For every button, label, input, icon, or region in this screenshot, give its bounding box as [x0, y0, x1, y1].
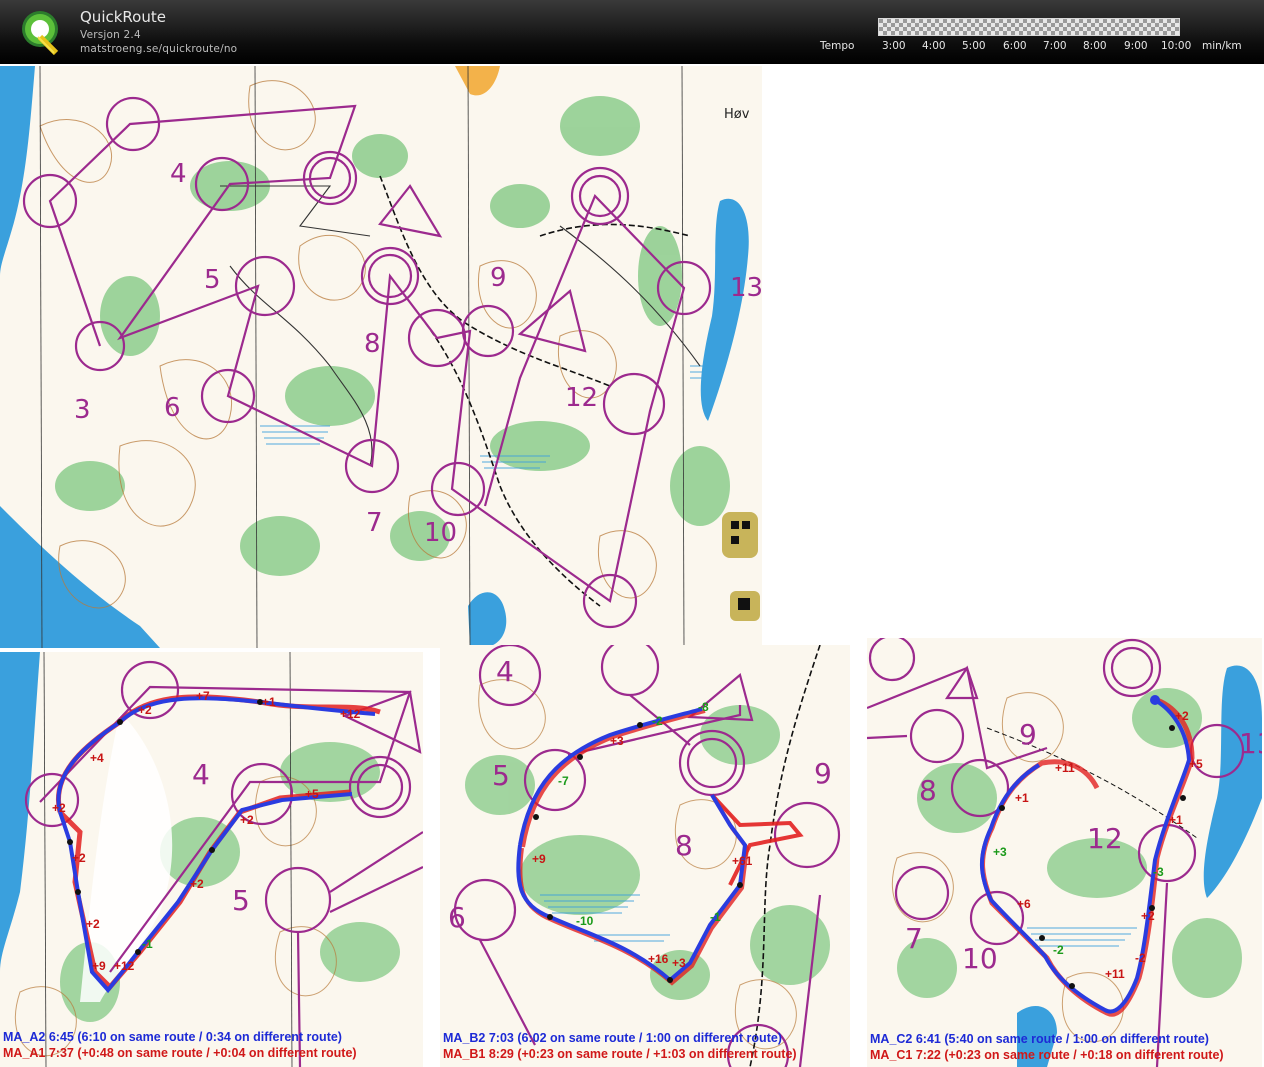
control-number: 4 [192, 758, 210, 791]
legend-runner-blue: MA_B2 7:03 (6:02 on same route / 1:00 on… [443, 1031, 782, 1045]
split-label: -7 [558, 774, 569, 788]
app-version: Versjon 2.4 [80, 29, 141, 41]
split-label: -10 [576, 914, 594, 928]
split-label: -1 [710, 910, 721, 924]
split-label: -2 [652, 714, 663, 728]
control-number: 4 [496, 655, 514, 688]
split-label: +2 [52, 801, 66, 815]
pace-tick: 9:00 [1124, 40, 1148, 52]
lake [468, 592, 507, 648]
split-label: +5 [305, 787, 319, 801]
control-number: 9 [814, 757, 832, 790]
split-label: +2 [138, 703, 152, 717]
control-number: 4 [170, 159, 187, 189]
control-number: 12 [1087, 822, 1123, 855]
course-overprint [22, 96, 712, 629]
control-number: 12 [565, 383, 598, 413]
split-label: +1 [1015, 791, 1029, 805]
pace-color-scale [878, 18, 1180, 36]
building-icons [722, 512, 760, 621]
split-label: +16 [648, 952, 669, 966]
split-label: +9 [92, 959, 106, 973]
control-number: 9 [1019, 718, 1037, 751]
route-panel-a[interactable]: 4 5 +2 +7 +1 +12 +4 +2 +5 +2 +2 +2 +2 +9… [0, 652, 423, 1067]
split-label: +11 [1105, 967, 1125, 981]
pace-scale-label: Tempo [820, 40, 855, 52]
split-label: +1 [262, 695, 276, 709]
split-label: +6 [1017, 897, 1031, 911]
control-number: 9 [490, 263, 507, 293]
split-label: +9 [532, 852, 546, 866]
control-number: 10 [962, 942, 998, 975]
control-number: 10 [424, 518, 457, 548]
control-number: 13 [1239, 727, 1262, 760]
control-number: 8 [675, 829, 693, 862]
split-label: +7 [196, 689, 210, 703]
control-number: 7 [905, 922, 923, 955]
control-number: 7 [366, 508, 383, 538]
pace-tick: 10:00 [1161, 40, 1192, 52]
split-label: -2 [1053, 943, 1064, 957]
split-label: +4 [90, 751, 104, 765]
pace-tick: 5:00 [962, 40, 986, 52]
split-label: -2 [1135, 951, 1146, 965]
control-number: 6 [164, 393, 181, 423]
split-label: +2 [86, 917, 100, 931]
split-label: +2 [1141, 909, 1155, 923]
pace-unit: min/km [1202, 40, 1242, 52]
split-label: +3 [672, 956, 686, 970]
split-label: +2 [190, 877, 204, 891]
split-label: +2 [1175, 709, 1189, 723]
control-number: 5 [204, 265, 221, 295]
split-label: +12 [114, 959, 135, 973]
control-number: 5 [232, 884, 250, 917]
lake [700, 198, 749, 421]
split-label: +3 [610, 734, 624, 748]
legend-runner-red: MA_B1 8:29 (+0:23 on same route / +1:03 … [443, 1047, 797, 1061]
split-label: -3 [1153, 865, 1164, 879]
pace-tick: 6:00 [1003, 40, 1027, 52]
split-label: +2 [72, 851, 86, 865]
pace-tick: 8:00 [1083, 40, 1107, 52]
control-number: 3 [74, 395, 91, 425]
app-title: QuickRoute [80, 8, 166, 26]
legend-runner-red: MA_C1 7:22 (+0:23 on same route / +0:18 … [870, 1048, 1224, 1062]
legend-runner-red: MA_A1 7:37 (+0:48 on same route / +0:04 … [3, 1046, 357, 1060]
place-label: Høv [724, 107, 750, 122]
split-label: +2 [240, 813, 254, 827]
pace-tick: 7:00 [1043, 40, 1067, 52]
sea-area [0, 506, 160, 648]
split-label: +12 [340, 707, 361, 721]
app-header: QuickRoute Versjon 2.4 matstroeng.se/qui… [0, 0, 1264, 64]
split-label: -1 [142, 937, 153, 951]
split-label: +11 [1055, 761, 1075, 775]
app-url[interactable]: matstroeng.se/quickroute/no [80, 43, 237, 55]
sea-area [0, 66, 35, 276]
main-orienteering-map[interactable]: 3 4 5 6 7 8 9 10 12 13 Høv [0, 66, 762, 648]
route-panel-c[interactable]: 7 8 9 10 12 13 +2 +5 +11 +1 +1 +3 -3 +6 … [867, 638, 1262, 1067]
control-number: 8 [919, 774, 937, 807]
vegetation [55, 96, 730, 576]
route-panel-b[interactable]: 4 5 6 8 9 -8 -2 +3 -7 +9 +61 -10 +16 +3 … [440, 645, 850, 1067]
legend-runner-blue: MA_C2 6:41 (5:40 on same route / 1:00 on… [870, 1032, 1209, 1046]
control-number: 6 [448, 901, 466, 934]
split-label: +5 [1189, 757, 1203, 771]
control-numbers: 3 4 5 6 7 8 9 10 12 13 [74, 159, 762, 548]
pace-tick: 4:00 [922, 40, 946, 52]
quickroute-logo-icon [22, 11, 59, 55]
legend-runner-blue: MA_A2 6:45 (6:10 on same route / 0:34 on… [3, 1030, 342, 1044]
control-number: 5 [492, 759, 510, 792]
split-label: +61 [732, 854, 753, 868]
pace-tick: 3:00 [882, 40, 906, 52]
split-label: +1 [1169, 813, 1183, 827]
control-number: 8 [364, 329, 381, 359]
control-number: 13 [730, 273, 762, 303]
split-label: -8 [698, 700, 709, 714]
split-label: +3 [993, 845, 1007, 859]
